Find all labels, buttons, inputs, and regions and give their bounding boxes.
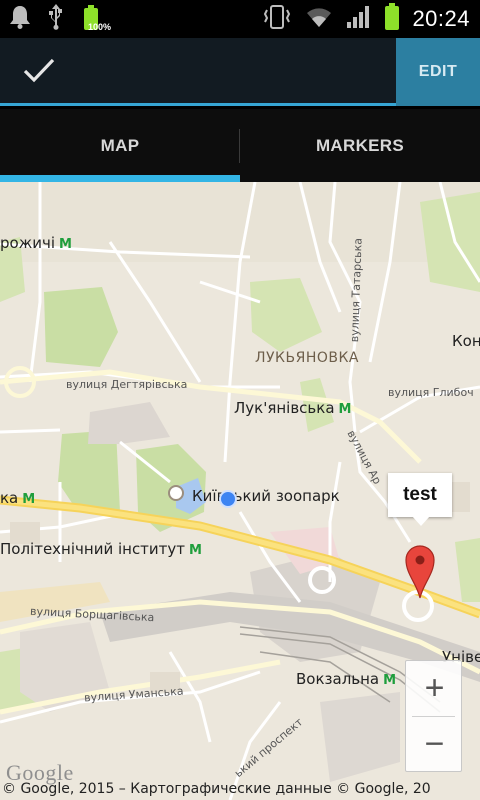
metro-icon: M xyxy=(383,673,397,688)
my-location-dot xyxy=(219,490,237,508)
map-view[interactable]: рожичі M ЛУКЬЯНОВКА Кон вулиця Дегтярівсь… xyxy=(0,182,480,800)
metro-icon: M xyxy=(338,402,352,417)
zoom-in-button[interactable]: + xyxy=(406,661,463,716)
metro-icon: M xyxy=(59,237,72,252)
map-label-street-hlybochytska: вулиця Глибоч xyxy=(388,386,474,399)
map-label-partial-ka: ка M xyxy=(0,489,36,507)
map-label-street-degtyarivska: вулиця Дегтярівська xyxy=(66,378,188,391)
map-label-district: ЛУКЬЯНОВКА xyxy=(255,350,359,366)
zoom-out-button[interactable]: − xyxy=(406,717,463,772)
vibrate-icon xyxy=(262,4,292,34)
map-label-kon: Кон xyxy=(452,332,480,350)
signal-icon xyxy=(346,4,372,34)
done-button[interactable] xyxy=(0,38,78,106)
tab-bar: MAP MARKERS xyxy=(0,109,480,182)
checkmark-icon xyxy=(22,56,56,88)
metro-icon: M xyxy=(189,543,202,558)
map-marker-pin-icon[interactable] xyxy=(404,540,436,604)
status-bar-left xyxy=(8,4,100,34)
action-bar: EDIT xyxy=(0,38,480,106)
info-window-tail xyxy=(412,516,430,526)
map-label-dorohozhychi: рожичі M xyxy=(0,234,72,252)
map-label-lukyanivska: Лук'янівська M xyxy=(234,399,352,417)
tab-map[interactable]: MAP xyxy=(0,109,240,182)
tab-selected-indicator xyxy=(0,175,240,182)
marker-info-window[interactable]: test xyxy=(388,473,452,517)
metro-icon: M xyxy=(22,492,36,507)
edit-button[interactable]: EDIT xyxy=(396,38,480,106)
battery-icon xyxy=(384,3,400,35)
wifi-icon xyxy=(304,5,334,33)
map-label-polytechnic: Політехнічний інститут M xyxy=(0,540,202,558)
tab-markers[interactable]: MARKERS xyxy=(240,109,480,182)
usb-icon xyxy=(46,3,66,35)
status-bar: 100% 20:24 xyxy=(0,0,480,38)
map-label-vokzalna: Вокзальна M xyxy=(296,670,397,688)
notification-bell-icon xyxy=(8,4,32,34)
map-label-zoo: Київський зоопарк xyxy=(192,487,340,505)
zoo-poi-icon xyxy=(168,485,184,501)
status-bar-right: 20:24 xyxy=(262,3,470,35)
map-copyright: © Google, 2015 – Картографические данные… xyxy=(2,781,431,797)
battery-percent: 100% xyxy=(88,22,112,32)
zoom-controls: + − xyxy=(405,660,462,772)
status-clock: 20:24 xyxy=(412,6,470,31)
